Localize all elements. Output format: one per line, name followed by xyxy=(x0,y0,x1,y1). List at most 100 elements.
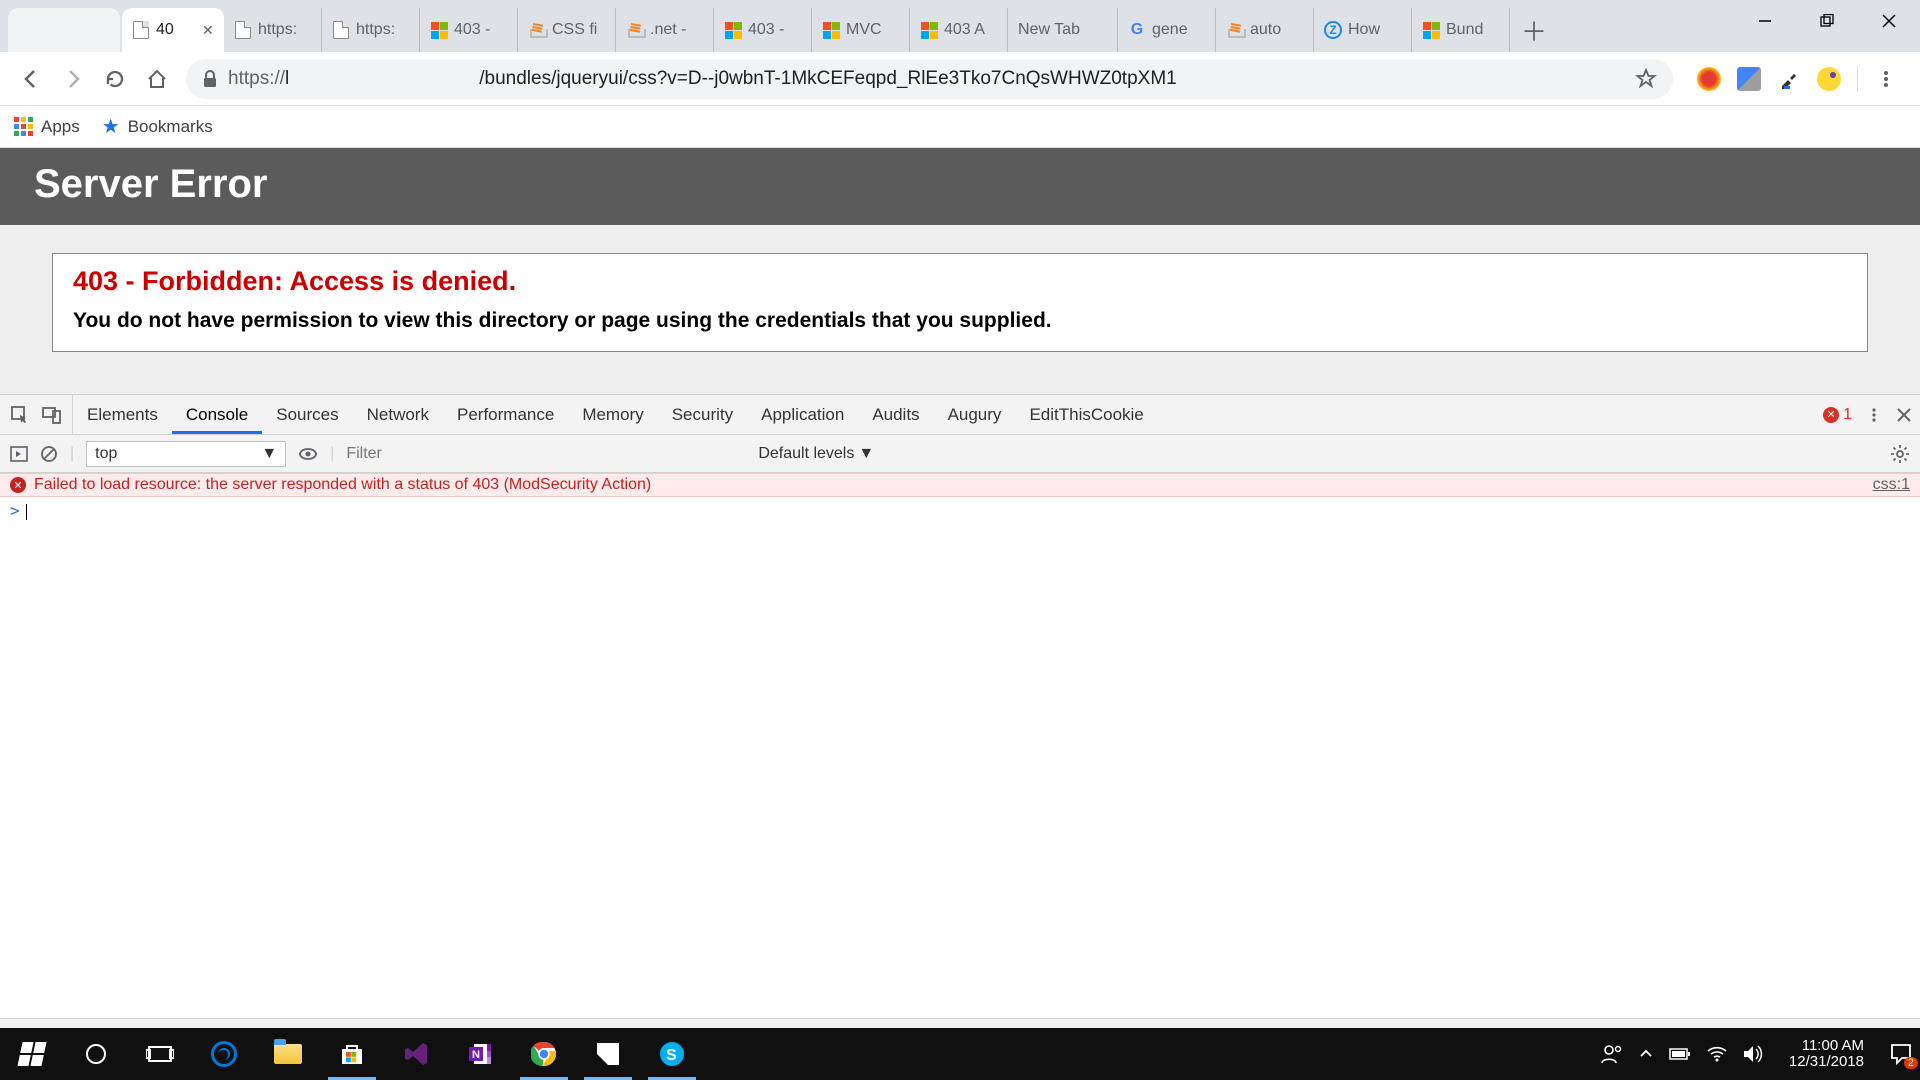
tab[interactable]: MVC xyxy=(812,8,910,52)
new-tab-button[interactable]: ＋ xyxy=(1516,12,1552,48)
lock-icon[interactable] xyxy=(202,70,218,88)
tab[interactable]: 403 - xyxy=(714,8,812,52)
browser-toolbar: https://l/bundles/jqueryui/css?v=D--j0wb… xyxy=(0,52,1920,106)
devtools-tab-security[interactable]: Security xyxy=(658,395,747,434)
home-button[interactable] xyxy=(138,60,176,98)
taskbar-app-edge[interactable] xyxy=(192,1028,256,1080)
extension-icon[interactable] xyxy=(1697,67,1721,91)
inspect-element-icon[interactable] xyxy=(10,405,30,425)
microsoft-icon xyxy=(430,21,448,39)
action-center-icon[interactable]: 2 xyxy=(1890,1043,1912,1065)
taskbar-clock[interactable]: 11:00 AM 12/31/2018 xyxy=(1779,1038,1874,1070)
tab-label: 40 xyxy=(156,21,196,39)
battery-icon[interactable] xyxy=(1669,1047,1691,1061)
log-levels-selector[interactable]: Default levels ▼ xyxy=(758,445,874,463)
error-source-link[interactable]: css:1 xyxy=(1873,476,1910,494)
taskbar-app-visualstudio[interactable] xyxy=(384,1028,448,1080)
devtools-tab-performance[interactable]: Performance xyxy=(443,395,568,434)
console-sidebar-toggle-icon[interactable] xyxy=(10,445,28,463)
devtools-tab-network[interactable]: Network xyxy=(353,395,443,434)
bookmarks-shortcut[interactable]: ★ Bookmarks xyxy=(102,114,213,139)
tab-active[interactable]: 40 ✕ xyxy=(122,8,224,52)
task-view-button[interactable] xyxy=(128,1028,192,1080)
tab-label: https: xyxy=(258,21,313,39)
tab-label: gene xyxy=(1152,21,1207,39)
chrome-menu-button[interactable] xyxy=(1874,67,1898,91)
tab[interactable]: https: xyxy=(322,8,420,52)
taskbar-app[interactable] xyxy=(576,1028,640,1080)
tab[interactable]: 403 A xyxy=(910,8,1008,52)
wifi-icon[interactable] xyxy=(1707,1046,1727,1062)
taskbar-app-chrome[interactable] xyxy=(512,1028,576,1080)
devtools-tab-memory[interactable]: Memory xyxy=(568,395,657,434)
taskbar-app-explorer[interactable] xyxy=(256,1028,320,1080)
back-button[interactable] xyxy=(12,60,50,98)
address-bar[interactable]: https://l/bundles/jqueryui/css?v=D--j0wb… xyxy=(186,59,1673,99)
eyedropper-icon[interactable] xyxy=(1777,67,1801,91)
people-icon[interactable] xyxy=(1601,1043,1623,1065)
svg-text:S: S xyxy=(666,1047,677,1064)
live-expression-icon[interactable] xyxy=(298,444,318,464)
start-button[interactable] xyxy=(0,1028,64,1080)
google-icon: G xyxy=(1128,21,1146,39)
microsoft-icon xyxy=(724,21,742,39)
tab[interactable]: Bund xyxy=(1412,8,1510,52)
devtools-close-icon[interactable] xyxy=(1896,407,1912,423)
tab[interactable]: auto xyxy=(1216,8,1314,52)
console-settings-icon[interactable] xyxy=(1890,444,1910,464)
console-error-row[interactable]: ✕ Failed to load resource: the server re… xyxy=(0,473,1920,497)
tab[interactable]: Z How xyxy=(1314,8,1412,52)
tab[interactable]: CSS fi xyxy=(518,8,616,52)
tab[interactable]: 403 - xyxy=(420,8,518,52)
close-icon[interactable]: ✕ xyxy=(202,22,216,39)
devtools-tab-editthiscookie[interactable]: EditThisCookie xyxy=(1015,395,1157,434)
reload-button[interactable] xyxy=(96,60,134,98)
apps-shortcut[interactable]: Apps xyxy=(14,117,80,137)
microsoft-icon xyxy=(920,21,938,39)
page-title: Server Error xyxy=(0,148,1920,225)
device-toolbar-icon[interactable] xyxy=(42,405,62,425)
minimize-button[interactable] xyxy=(1734,0,1796,42)
volume-icon[interactable] xyxy=(1743,1045,1763,1063)
clear-console-icon[interactable] xyxy=(40,445,58,463)
tab[interactable]: New Tab xyxy=(1008,8,1118,52)
devtools-panel: Elements Console Sources Network Perform… xyxy=(0,394,1920,1054)
separator xyxy=(1857,66,1858,92)
devtools-tab-application[interactable]: Application xyxy=(747,395,858,434)
apps-icon xyxy=(14,117,33,136)
devtools-tab-audits[interactable]: Audits xyxy=(858,395,933,434)
maximize-button[interactable] xyxy=(1796,0,1858,42)
taskbar-app-store[interactable] xyxy=(320,1028,384,1080)
tab-label: 403 - xyxy=(748,21,803,39)
tray-overflow-icon[interactable] xyxy=(1639,1047,1653,1061)
tab-label: 403 A xyxy=(944,21,999,39)
close-button[interactable] xyxy=(1858,0,1920,42)
bookmark-star-icon[interactable] xyxy=(1635,68,1657,90)
tab-label: MVC xyxy=(846,21,901,39)
clock-time: 11:00 AM xyxy=(1789,1038,1864,1054)
tab-blank[interactable] xyxy=(8,8,120,52)
stackoverflow-icon xyxy=(1226,21,1244,39)
tab[interactable]: G gene xyxy=(1118,8,1216,52)
devtools-tab-console[interactable]: Console xyxy=(172,395,262,434)
extension-icon[interactable] xyxy=(1817,67,1841,91)
extension-icons xyxy=(1683,66,1908,92)
console-prompt[interactable]: > xyxy=(0,497,1920,524)
taskbar-app-onenote[interactable]: N xyxy=(448,1028,512,1080)
bookmarks-label: Bookmarks xyxy=(128,117,213,137)
devtools-tab-elements[interactable]: Elements xyxy=(73,395,172,434)
devtools-tab-sources[interactable]: Sources xyxy=(262,395,352,434)
error-count-badge[interactable]: ✕1 xyxy=(1823,406,1852,424)
tab[interactable]: https: xyxy=(224,8,322,52)
cortana-button[interactable] xyxy=(64,1028,128,1080)
tab[interactable]: .net - xyxy=(616,8,714,52)
forward-button[interactable] xyxy=(54,60,92,98)
devtools-menu-icon[interactable] xyxy=(1866,407,1882,423)
devtools-tab-augury[interactable]: Augury xyxy=(934,395,1016,434)
context-selector[interactable]: top ▼ xyxy=(86,441,286,467)
translate-icon[interactable] xyxy=(1737,67,1761,91)
taskbar-app-skype[interactable]: S xyxy=(640,1028,704,1080)
console-output: ✕ Failed to load resource: the server re… xyxy=(0,473,1920,1018)
filter-input[interactable] xyxy=(346,441,746,467)
stackoverflow-icon xyxy=(528,21,546,39)
